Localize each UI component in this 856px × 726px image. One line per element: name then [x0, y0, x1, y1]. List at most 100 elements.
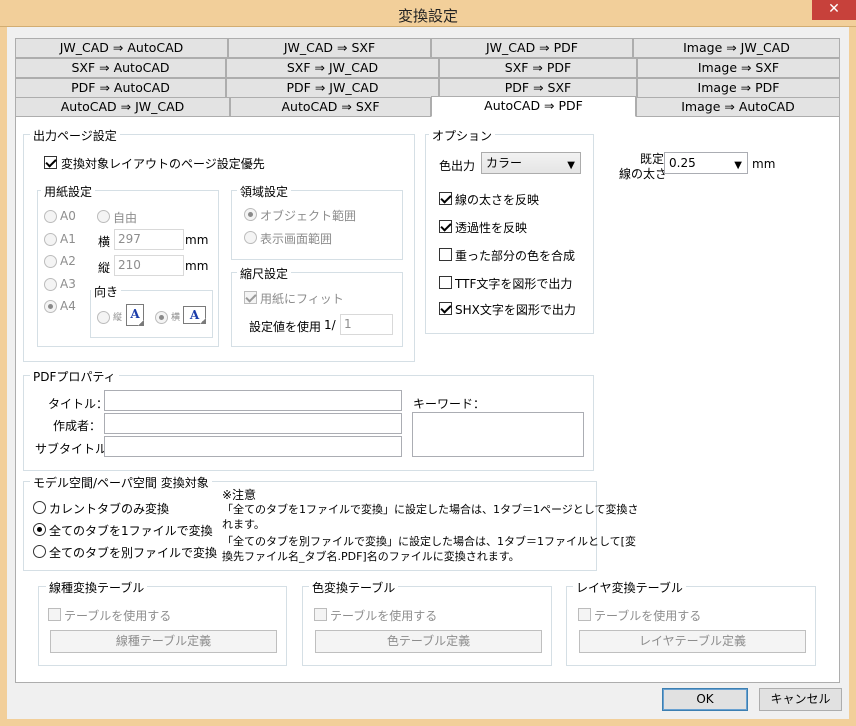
tab-jwcad-sxf[interactable]: JW_CAD ⇒ SXF — [228, 38, 431, 58]
cancel-button[interactable]: キャンセル — [759, 688, 842, 711]
tab-image-pdf[interactable]: Image ⇒ PDF — [637, 78, 840, 98]
tab-sxf-autocad[interactable]: SXF ⇒ AutoCAD — [15, 58, 226, 78]
orientation-legend: 向き — [91, 283, 122, 300]
convert-all-separate-label: 全てのタブを別ファイルで変換 — [49, 546, 218, 560]
layer-table-legend: レイヤ変換テーブル — [573, 579, 686, 596]
orientation-portrait-radio[interactable] — [97, 311, 110, 324]
pdf-author-input[interactable] — [104, 413, 402, 434]
tab-sxf-pdf[interactable]: SXF ⇒ PDF — [439, 58, 637, 78]
tab-autocad-pdf[interactable]: AutoCAD ⇒ PDF — [431, 96, 636, 117]
tab-image-sxf[interactable]: Image ⇒ SXF — [637, 58, 840, 78]
reflect-transparency-checkbox[interactable] — [439, 220, 452, 233]
paper-width-label: 横 — [98, 235, 111, 249]
linetype-table-define-button[interactable]: 線種テーブル定義 — [50, 630, 277, 653]
ttf-as-shape-checkbox[interactable] — [439, 276, 452, 289]
tab-autocad-jwcad[interactable]: AutoCAD ⇒ JW_CAD — [15, 97, 230, 117]
layout-priority-label: 変換対象レイアウトのページ設定優先 — [61, 157, 265, 171]
paper-height-input[interactable]: 210 — [114, 255, 184, 276]
tab-pdf-sxf[interactable]: PDF ⇒ SXF — [439, 78, 637, 98]
area-settings-group — [231, 190, 403, 260]
paper-free-radio[interactable] — [97, 210, 110, 223]
tab-image-autocad[interactable]: Image ⇒ AutoCAD — [636, 97, 840, 117]
options-legend: オプション — [429, 127, 496, 144]
pdf-subtitle-input[interactable] — [104, 436, 402, 457]
note-line-1: 「全てのタブを1ファイルで変換」に設定した場合は、1タブ＝1ページとして変換さ — [222, 503, 639, 516]
landscape-page-icon: A — [183, 306, 206, 324]
pdf-keyword-textarea[interactable] — [412, 412, 584, 457]
shx-as-shape-checkbox[interactable] — [439, 302, 452, 315]
model-paper-legend: モデル空間/ペーパ空間 変換対象 — [30, 474, 212, 491]
blend-overlap-checkbox[interactable] — [439, 248, 452, 261]
convert-all-one-file-radio[interactable] — [33, 523, 46, 536]
layer-table-define-button[interactable]: レイヤテーブル定義 — [579, 630, 806, 653]
use-scale-value-label: 設定値を使用 — [249, 320, 322, 334]
orientation-landscape-radio[interactable] — [155, 311, 168, 324]
pdf-title-label: タイトル： — [48, 397, 109, 411]
convert-current-tab-label: カレントタブのみ変換 — [49, 502, 170, 516]
paper-height-unit: mm — [185, 259, 209, 273]
tab-image-jwcad[interactable]: Image ⇒ JW_CAD — [633, 38, 840, 58]
default-line-width-label-2: 線の太さ — [619, 167, 668, 181]
area-screen-radio[interactable] — [244, 231, 257, 244]
layout-priority-checkbox[interactable] — [44, 156, 57, 169]
default-line-width-select[interactable]: 0.25 ▼ — [664, 152, 748, 174]
tab-jwcad-pdf[interactable]: JW_CAD ⇒ PDF — [431, 38, 633, 58]
scale-settings-group — [231, 272, 403, 347]
linetype-use-table-checkbox[interactable] — [48, 608, 61, 621]
color-output-label: 色出力 — [439, 159, 476, 173]
reflect-line-width-label: 線の太さを反映 — [455, 193, 540, 207]
paper-a2-label: A2 — [60, 254, 76, 268]
close-button[interactable]: ✕ — [812, 0, 856, 20]
ok-button[interactable]: OK — [662, 688, 748, 711]
scale-prefix: 1/ — [324, 318, 336, 332]
pdf-author-label: 作成者： — [53, 419, 102, 433]
fit-paper-label: 用紙にフィット — [260, 292, 344, 306]
fit-paper-checkbox[interactable] — [244, 291, 257, 304]
layer-use-table-checkbox[interactable] — [578, 608, 591, 621]
pdf-keyword-label: キーワード： — [413, 397, 486, 411]
scale-value-input[interactable]: 1 — [340, 314, 393, 335]
linetype-use-table-label: テーブルを使用する — [64, 609, 172, 623]
linetype-table-group — [38, 586, 287, 666]
convert-current-tab-radio[interactable] — [33, 501, 46, 514]
pdf-title-input[interactable] — [104, 390, 402, 411]
tab-pdf-jwcad[interactable]: PDF ⇒ JW_CAD — [226, 78, 439, 98]
output-page-legend: 出力ページ設定 — [30, 127, 120, 144]
paper-a0-radio[interactable] — [44, 210, 57, 223]
color-table-legend: 色変換テーブル — [309, 579, 399, 596]
tab-pdf-autocad[interactable]: PDF ⇒ AutoCAD — [15, 78, 226, 98]
tab-sxf-jwcad[interactable]: SXF ⇒ JW_CAD — [226, 58, 439, 78]
chevron-down-icon: ▼ — [734, 160, 742, 171]
paper-a4-radio[interactable] — [44, 300, 57, 313]
reflect-line-width-checkbox[interactable] — [439, 192, 452, 205]
portrait-page-icon: A — [126, 304, 144, 326]
default-line-width-value: 0.25 — [669, 156, 696, 170]
paper-a1-label: A1 — [60, 232, 76, 246]
note-line-2: れます。 — [222, 518, 265, 531]
paper-a0-label: A0 — [60, 209, 76, 223]
convert-all-separate-radio[interactable] — [33, 545, 46, 558]
orientation-landscape-label: 横 — [171, 313, 181, 323]
color-table-define-button[interactable]: 色テーブル定義 — [315, 630, 542, 653]
area-object-radio[interactable] — [244, 208, 257, 221]
reflect-transparency-label: 透過性を反映 — [455, 221, 528, 235]
color-output-select[interactable]: カラー ▼ — [481, 152, 581, 174]
paper-a1-radio[interactable] — [44, 233, 57, 246]
tab-jwcad-autocad[interactable]: JW_CAD ⇒ AutoCAD — [15, 38, 228, 58]
layer-table-group — [566, 586, 816, 666]
area-object-label: オブジェクト範囲 — [260, 209, 357, 223]
paper-a2-radio[interactable] — [44, 255, 57, 268]
paper-settings-legend: 用紙設定 — [41, 183, 96, 200]
convert-all-one-file-label: 全てのタブを1ファイルで変換 — [49, 524, 213, 538]
color-use-table-checkbox[interactable] — [314, 608, 327, 621]
area-screen-label: 表示画面範囲 — [260, 232, 333, 246]
paper-width-unit: mm — [185, 233, 209, 247]
paper-width-input[interactable]: 297 — [114, 229, 184, 250]
area-settings-legend: 領域設定 — [237, 183, 292, 200]
tab-autocad-sxf[interactable]: AutoCAD ⇒ SXF — [230, 97, 431, 117]
window-title: 変換設定 — [397, 7, 458, 25]
paper-a3-radio[interactable] — [44, 278, 57, 291]
ttf-as-shape-label: TTF文字を図形で出力 — [455, 277, 573, 291]
color-use-table-label: テーブルを使用する — [330, 609, 438, 623]
layer-use-table-label: テーブルを使用する — [594, 609, 702, 623]
